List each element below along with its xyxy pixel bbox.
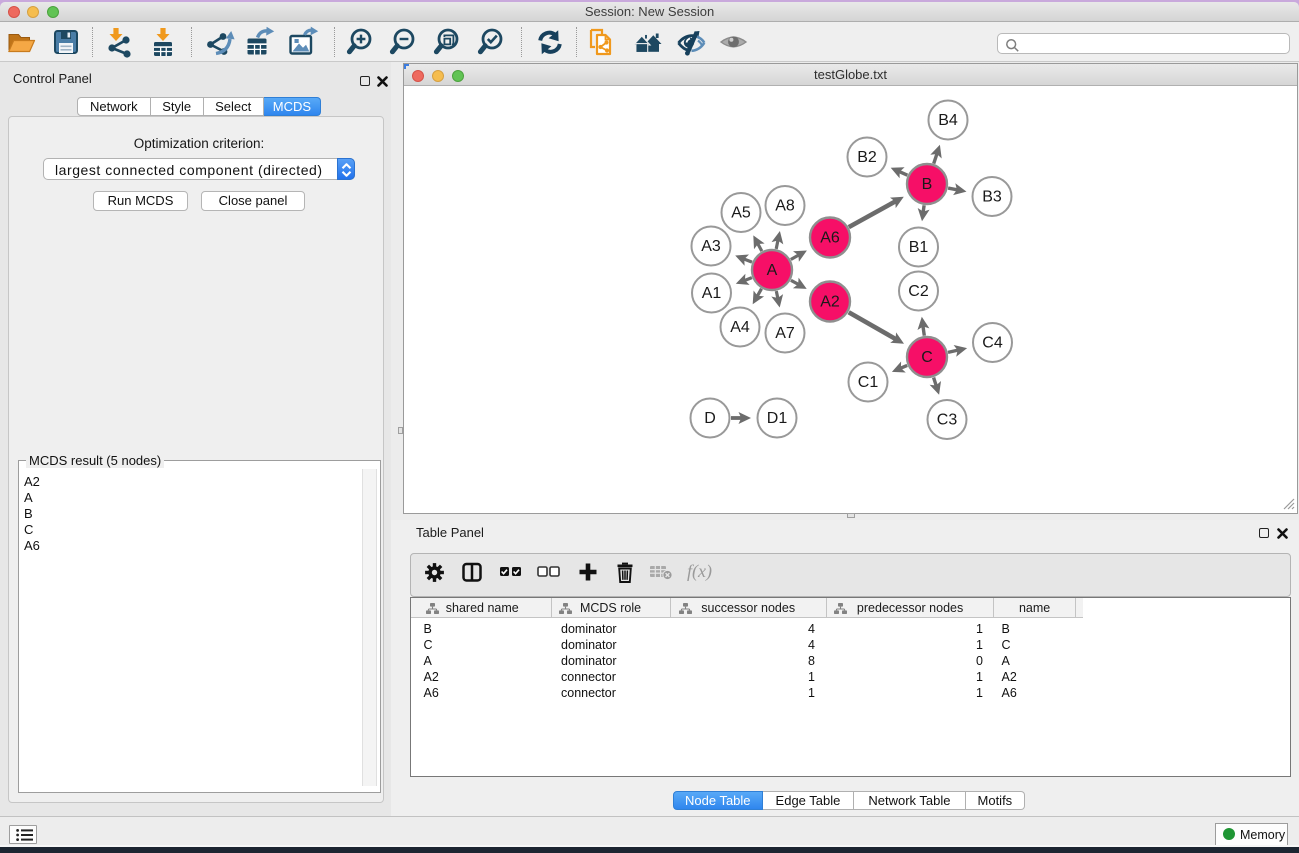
svg-text:B3: B3 xyxy=(982,189,1002,206)
svg-text:A3: A3 xyxy=(701,238,721,255)
svg-text:A1: A1 xyxy=(702,285,722,302)
svg-text:C2: C2 xyxy=(908,283,929,300)
svg-text:A4: A4 xyxy=(730,319,750,336)
svg-text:B: B xyxy=(922,176,933,193)
svg-text:A2: A2 xyxy=(820,294,840,311)
svg-text:C: C xyxy=(921,349,933,366)
svg-text:A: A xyxy=(767,262,778,279)
svg-text:B1: B1 xyxy=(909,239,929,256)
svg-text:B4: B4 xyxy=(938,112,958,129)
svg-text:B2: B2 xyxy=(857,149,877,166)
svg-text:C4: C4 xyxy=(982,335,1003,352)
svg-text:D1: D1 xyxy=(767,410,788,427)
svg-text:A7: A7 xyxy=(775,325,795,342)
svg-text:C3: C3 xyxy=(937,412,958,429)
svg-text:A8: A8 xyxy=(775,198,795,215)
svg-text:D: D xyxy=(704,410,716,427)
svg-text:A5: A5 xyxy=(731,205,751,222)
svg-text:A6: A6 xyxy=(820,230,840,247)
svg-text:C1: C1 xyxy=(858,374,879,391)
